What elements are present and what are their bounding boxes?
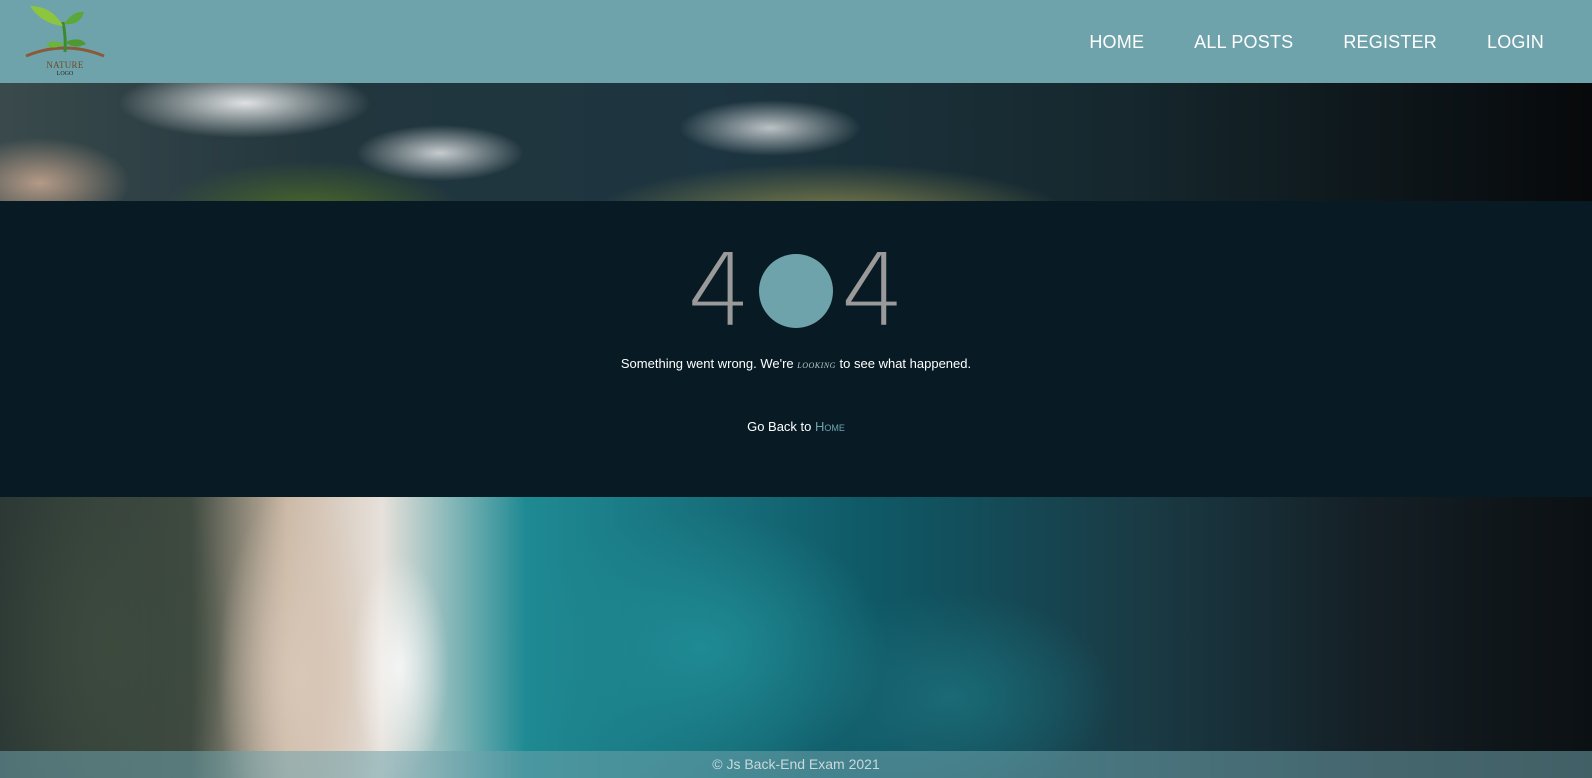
nav-register[interactable]: REGISTER [1343,33,1437,51]
error-message: Something went wrong. We're looking to s… [0,356,1592,371]
nav-home[interactable]: HOME [1089,33,1144,51]
error-code: 4 4 [0,241,1592,341]
hero-photo-bottom [0,497,1592,778]
error-panel: 4 4 Something went wrong. We're looking … [0,201,1592,497]
nav-login[interactable]: LOGIN [1487,33,1544,51]
error-message-emphasis: looking [797,359,836,371]
go-back-line: Go Back to Home [0,419,1592,434]
main-nav: HOME ALL POSTS REGISTER LOGIN [1089,0,1544,83]
error-zero-circle [759,254,833,328]
error-message-end: to see what happened. [839,356,972,371]
logo-subtitle: LOGO [56,71,74,77]
error-digit-right: 4 [841,232,905,349]
error-message-start: Something went wrong. We're [620,356,794,371]
error-digit-left: 4 [687,232,751,349]
footer-copyright: © Js Back-End Exam 2021 [712,756,880,772]
home-link[interactable]: Home [815,419,845,434]
sprout-icon [25,6,105,58]
logo-title: NATURE [46,60,84,70]
site-footer: © Js Back-End Exam 2021 [0,751,1592,778]
nature-logo[interactable]: NATURE LOGO [22,2,108,80]
go-back-text: Go Back to [747,419,812,434]
nav-all-posts[interactable]: ALL POSTS [1194,33,1293,51]
site-header: NATURE LOGO HOME ALL POSTS REGISTER LOGI… [0,0,1592,83]
hero-photo-top [0,83,1592,201]
